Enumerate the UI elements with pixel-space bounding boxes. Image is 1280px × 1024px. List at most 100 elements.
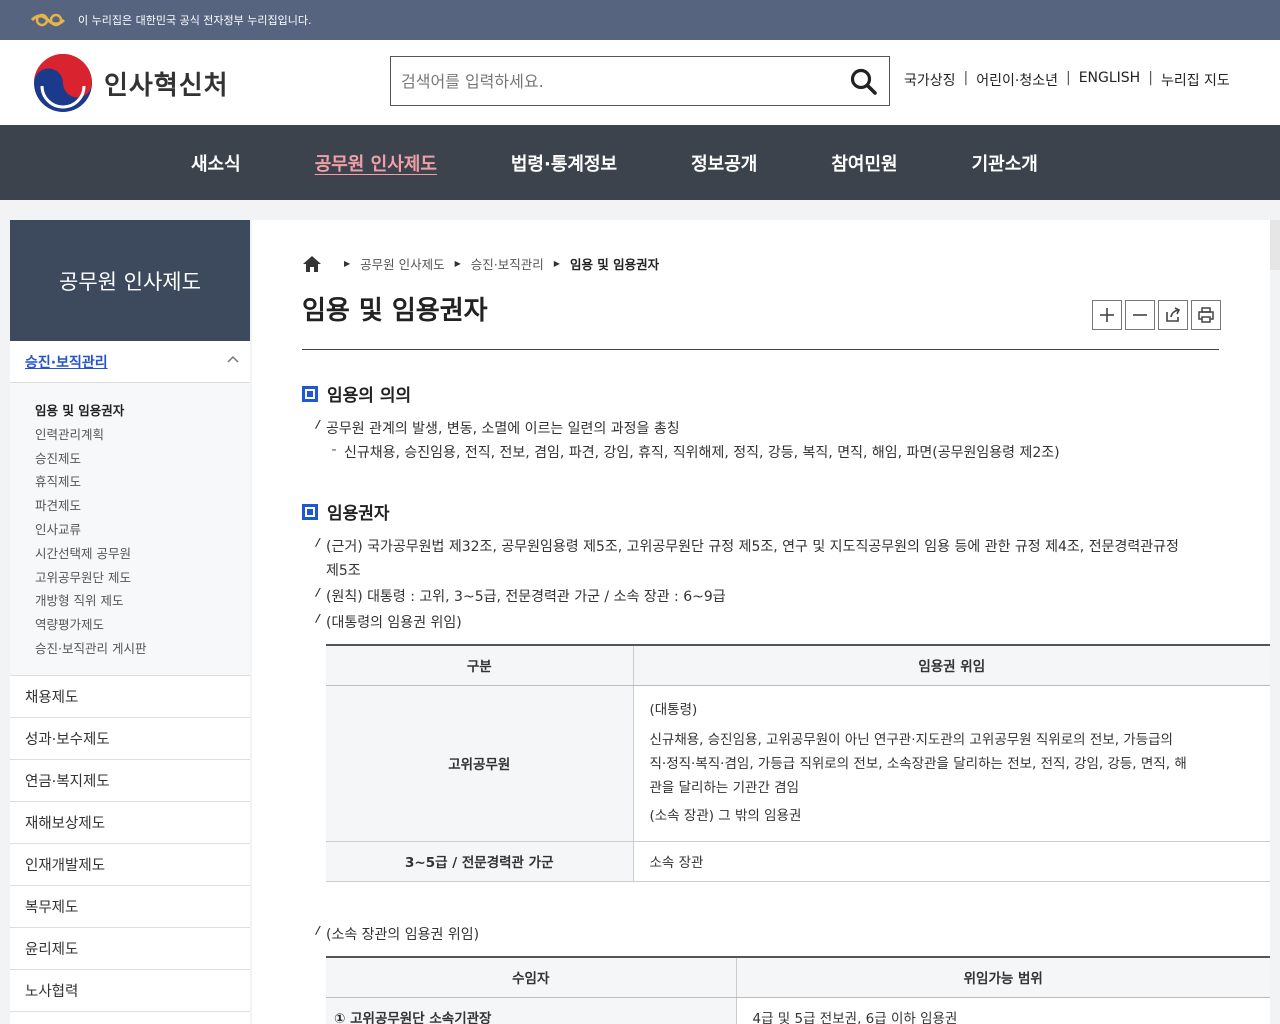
main-content: ▶ 공무원 인사제도 ▶ 승진·보직관리 ▶ 임용 및 임용권자 임용 및 임용…	[252, 220, 1270, 1024]
table-header: 수임자	[326, 956, 736, 998]
print-button[interactable]	[1191, 300, 1221, 330]
header: 인사혁신처 국가상징 | 어린이·청소년 | ENGLISH | 누리집 지도	[0, 40, 1280, 125]
breadcrumb-arrow-icon: ▶	[553, 259, 560, 268]
content-line: / (근거) 국가공무원법 제32조, 공무원임용령 제5조, 고위공무원단 규…	[316, 536, 1179, 555]
printer-icon	[1198, 307, 1214, 323]
sidebar-item-training[interactable]: 인재개발제도	[10, 844, 250, 886]
table-header-row: 구분 임용권 위임	[326, 644, 1270, 686]
table-header: 위임가능 범위	[735, 956, 1270, 998]
sidebar-item-ethics[interactable]: 윤리제도	[10, 928, 250, 970]
util-link-kids[interactable]: 어린이·청소년	[968, 70, 1066, 90]
share-button[interactable]	[1158, 300, 1188, 330]
section-heading: 임용권자	[302, 499, 390, 524]
gov-bar-text: 이 누리집은 대한민국 공식 전자정부 누리집입니다.	[78, 14, 312, 27]
sidebar-item-pay[interactable]: 성과·보수제도	[10, 718, 250, 760]
table-header-row: 수임자 위임가능 범위	[326, 956, 1270, 998]
sidebar-group-promotion[interactable]: 승진·보직관리	[10, 341, 250, 383]
sidebar-submenu: 임용 및 임용권자 인력관리계획 승진제도 휴직제도 파견제도 인사교류 시간선…	[10, 383, 250, 676]
table-cell-value: (대통령) 신규채용, 승진임용, 고위공무원이 아닌 연구관·지도관의 고위공…	[632, 685, 1270, 842]
logo-text: 인사혁신처	[104, 70, 229, 101]
nav-participation[interactable]: 참여민원	[831, 150, 897, 176]
table-cell-label: 고위공무원	[326, 685, 633, 842]
title-divider	[302, 349, 1219, 350]
content-line: / (소속 장관의 임용권 위임)	[316, 924, 480, 943]
table-row: 고위공무원 (대통령) 신규채용, 승진임용, 고위공무원이 아닌 연구관·지도…	[326, 685, 1270, 842]
body-area: 공무원 인사제도 승진·보직관리 임용 및 임용권자 인력관리계획 승진제도 휴…	[0, 200, 1280, 1024]
table-row: ① 고위공무원단 소속기관장 4급 및 5급 전보권, 6급 이하 임용권	[326, 997, 1270, 1024]
main-nav: 새소식 공무원 인사제도 법령·통계정보 정보공개 참여민원 기관소개	[0, 125, 1280, 200]
submenu-item[interactable]: 임용 및 임용권자	[35, 399, 250, 423]
square-bullet-icon	[302, 503, 318, 520]
minus-icon	[1133, 314, 1147, 316]
scrollbar-thumb[interactable]	[1270, 220, 1280, 270]
nav-personnel-system[interactable]: 공무원 인사제도	[315, 150, 437, 176]
gov-emblem-icon	[30, 13, 66, 27]
plus-icon	[1100, 308, 1114, 322]
submenu-item[interactable]: 승진·보직관리 게시판	[35, 637, 250, 661]
square-bullet-icon	[302, 385, 318, 402]
table-header: 임용권 위임	[632, 644, 1270, 686]
slash-bullet-icon: /	[316, 924, 321, 937]
nav-about[interactable]: 기관소개	[972, 150, 1038, 176]
gov-bar: 이 누리집은 대한민국 공식 전자정부 누리집입니다.	[0, 0, 1280, 40]
search-icon[interactable]	[849, 67, 879, 97]
submenu-item[interactable]: 시간선택제 공무원	[35, 542, 250, 566]
content-line: 제5조	[326, 563, 361, 579]
table-cell-value: 소속 장관	[632, 841, 1270, 882]
sidebar-group-label: 승진·보직관리	[25, 354, 108, 371]
util-link-sitemap[interactable]: 누리집 지도	[1153, 70, 1238, 90]
delegation-table: 구분 임용권 위임 고위공무원 (대통령) 신규채용, 승진임용, 고위공무원이…	[326, 644, 1270, 882]
breadcrumb-current: 임용 및 임용권자	[569, 257, 660, 272]
submenu-item[interactable]: 인사교류	[35, 518, 250, 542]
page-title: 임용 및 임용권자	[302, 296, 488, 326]
chevron-up-icon[interactable]	[226, 353, 240, 367]
content-line: / 공무원 관계의 발생, 변동, 소멸에 이르는 일련의 과정을 총칭	[316, 418, 680, 437]
page-tools	[1089, 300, 1221, 330]
submenu-item[interactable]: 역량평가제도	[35, 613, 250, 637]
table-cell-label: 3~5급 / 전문경력관 가군	[326, 841, 633, 882]
util-link-symbols[interactable]: 국가상징	[896, 70, 964, 90]
zoom-in-button[interactable]	[1092, 300, 1122, 330]
breadcrumb-arrow-icon: ▶	[454, 259, 461, 268]
breadcrumb: ▶ 공무원 인사제도 ▶ 승진·보직관리 ▶ 임용 및 임용권자	[302, 254, 659, 273]
sidebar-item-labor[interactable]: 노사협력	[10, 970, 250, 1012]
breadcrumb-arrow-icon: ▶	[344, 259, 351, 268]
search-input[interactable]	[391, 57, 831, 105]
slash-bullet-icon: /	[316, 612, 321, 625]
sidebar-item-service[interactable]: 복무제도	[10, 886, 250, 928]
site-logo[interactable]: 인사혁신처	[32, 52, 229, 114]
sidebar-item-accident[interactable]: 재해보상제도	[10, 802, 250, 844]
table-row: 3~5급 / 전문경력관 가군 소속 장관	[326, 841, 1270, 882]
slash-bullet-icon: /	[316, 418, 321, 431]
submenu-item[interactable]: 고위공무원단 제도	[35, 566, 250, 590]
minister-delegation-table: 수임자 위임가능 범위 ① 고위공무원단 소속기관장 4급 및 5급 전보권, …	[326, 956, 1270, 1024]
dash-bullet-icon: -	[331, 442, 337, 458]
nav-disclosure[interactable]: 정보공개	[691, 150, 757, 176]
util-link-english[interactable]: ENGLISH	[1071, 70, 1149, 90]
content-line: / (원칙) 대통령 : 고위, 3~5급, 전문경력관 가군 / 소속 장관 …	[316, 586, 726, 605]
submenu-item[interactable]: 개방형 직위 제도	[35, 589, 250, 613]
sidebar-item-pension[interactable]: 연금·복지제도	[10, 760, 250, 802]
sidebar-item-recruitment[interactable]: 채용제도	[10, 676, 250, 718]
table-cell-value: 4급 및 5급 전보권, 6급 이하 임용권	[735, 997, 1270, 1024]
submenu-item[interactable]: 인력관리계획	[35, 423, 250, 447]
nav-news[interactable]: 새소식	[191, 150, 241, 176]
zoom-out-button[interactable]	[1125, 300, 1155, 330]
breadcrumb-item[interactable]: 공무원 인사제도	[360, 254, 444, 273]
submenu-item[interactable]: 승진제도	[35, 447, 250, 471]
slash-bullet-icon: /	[316, 586, 321, 599]
sidebar-title: 공무원 인사제도	[10, 220, 250, 341]
nav-law-stats[interactable]: 법령·통계정보	[511, 150, 617, 176]
table-cell-label: ① 고위공무원단 소속기관장	[326, 997, 736, 1024]
content-line: / (대통령의 임용권 위임)	[316, 612, 462, 631]
sidebar: 공무원 인사제도 승진·보직관리 임용 및 임용권자 인력관리계획 승진제도 휴…	[10, 220, 250, 1024]
taegeuk-logo-icon	[34, 54, 92, 112]
breadcrumb-item[interactable]: 승진·보직관리	[471, 254, 544, 273]
share-icon	[1166, 307, 1181, 322]
submenu-item[interactable]: 휴직제도	[35, 470, 250, 494]
slash-bullet-icon: /	[316, 536, 321, 549]
util-links: 국가상징 | 어린이·청소년 | ENGLISH | 누리집 지도	[896, 70, 1238, 90]
submenu-item[interactable]: 파견제도	[35, 494, 250, 518]
home-icon[interactable]	[302, 255, 322, 273]
table-header: 구분	[326, 644, 633, 686]
